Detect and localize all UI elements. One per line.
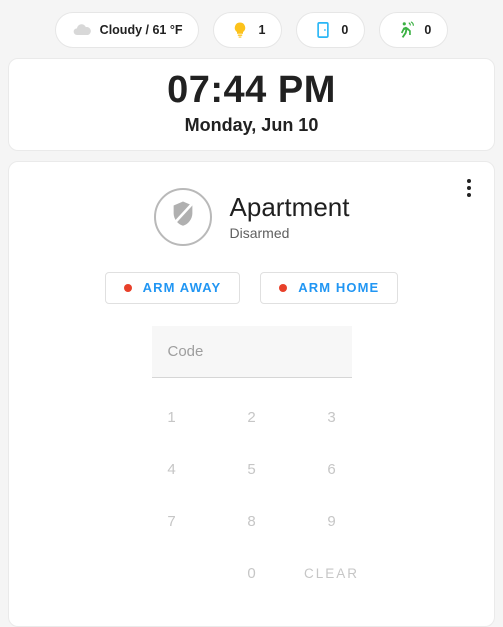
keypad-key-clear[interactable]: CLEAR xyxy=(292,548,372,600)
keypad-key-7[interactable]: 7 xyxy=(132,496,212,548)
keypad-key-2[interactable]: 2 xyxy=(212,392,292,444)
alarm-status-icon-circle xyxy=(153,187,212,246)
clock-time: 07:44 PM xyxy=(167,69,336,111)
alarm-name: Apartment xyxy=(229,191,350,222)
arm-away-button[interactable]: ARM AWAY xyxy=(104,271,241,304)
arm-buttons-row: ARM AWAY ARM HOME xyxy=(9,271,494,304)
keypad-key-3[interactable]: 3 xyxy=(292,392,372,444)
code-field-wrap xyxy=(9,325,494,378)
more-vertical-icon[interactable] xyxy=(456,172,482,204)
alarm-panel-card: Apartment Disarmed ARM AWAY ARM HOME 1 2… xyxy=(8,160,495,627)
clock-card: 07:44 PM Monday, Jun 10 xyxy=(8,58,495,151)
badge-lights[interactable]: 1 xyxy=(213,12,283,48)
alarm-titles: Apartment Disarmed xyxy=(229,191,350,242)
badge-weather-label: Cloudy / 61 °F xyxy=(99,23,183,37)
keypad-key-1[interactable]: 1 xyxy=(132,392,212,444)
arm-away-dot-icon xyxy=(123,283,132,292)
keypad-key-8[interactable]: 8 xyxy=(212,496,292,548)
keypad-key-6[interactable]: 6 xyxy=(292,444,372,496)
badge-doors-count: 0 xyxy=(341,23,349,37)
keypad-key-5[interactable]: 5 xyxy=(212,444,292,496)
shield-off-icon xyxy=(168,199,198,234)
keypad-key-9[interactable]: 9 xyxy=(292,496,372,548)
code-field[interactable] xyxy=(151,325,352,378)
motion-icon xyxy=(396,20,416,40)
overflow-dot xyxy=(467,185,471,190)
code-input[interactable] xyxy=(167,342,336,360)
keypad-key-0[interactable]: 0 xyxy=(212,548,292,600)
badge-doors[interactable]: 0 xyxy=(296,12,366,48)
clock-date: Monday, Jun 10 xyxy=(184,114,319,135)
badge-weather[interactable]: Cloudy / 61 °F xyxy=(54,12,200,48)
arm-away-label: ARM AWAY xyxy=(142,280,222,296)
arm-home-dot-icon xyxy=(279,283,288,292)
badge-motion[interactable]: 0 xyxy=(379,12,449,48)
lightbulb-icon xyxy=(230,20,250,40)
alarm-state: Disarmed xyxy=(229,225,290,242)
arm-home-label: ARM HOME xyxy=(298,280,380,296)
cloud-icon xyxy=(72,20,92,40)
keypad-key-4[interactable]: 4 xyxy=(132,444,212,496)
keypad: 1 2 3 4 5 6 7 8 9 0 CLEAR xyxy=(132,392,372,600)
keypad-key-blank xyxy=(132,548,212,600)
alarm-header: Apartment Disarmed xyxy=(9,187,494,246)
overflow-dot xyxy=(467,178,471,183)
badge-motion-count: 0 xyxy=(424,23,432,37)
arm-home-button[interactable]: ARM HOME xyxy=(260,271,399,304)
badge-row: Cloudy / 61 °F 1 0 0 xyxy=(0,0,503,58)
door-icon xyxy=(313,20,333,40)
overflow-dot xyxy=(467,192,471,197)
badge-lights-count: 1 xyxy=(258,23,266,37)
